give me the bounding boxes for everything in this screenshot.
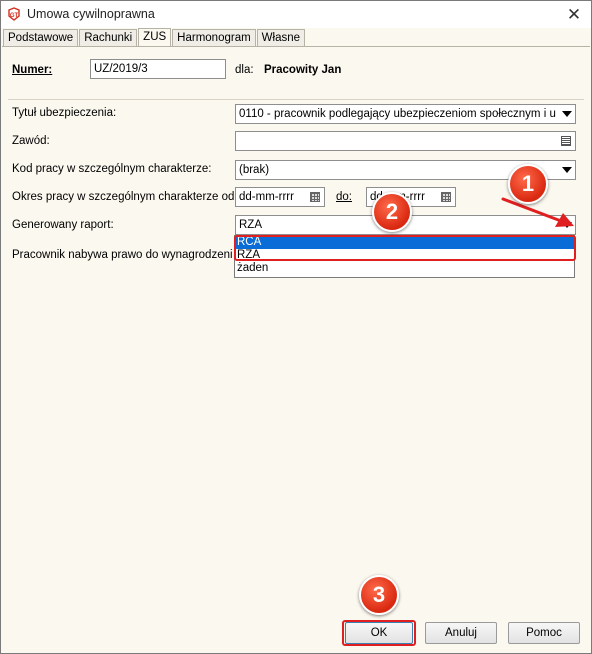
tab-wlasne[interactable]: Własne: [256, 29, 306, 47]
chevron-down-icon: [562, 111, 572, 117]
callout-badge-1: 1: [508, 164, 548, 204]
tytul-label: Tytuł ubezpieczenia:: [12, 107, 117, 119]
nabywa-prawo-label: Pracownik nabywa prawo do wynagrodzenia/…: [12, 249, 233, 261]
do-label: do:: [336, 191, 352, 203]
raport-dropdown-list: RCA RZA żaden: [234, 235, 575, 278]
anuluj-button[interactable]: Anuluj: [425, 622, 497, 644]
tab-podstawowe[interactable]: Podstawowe: [3, 29, 79, 47]
callout-badge-3: 3: [359, 575, 399, 615]
svg-text:GT: GT: [10, 13, 19, 19]
close-icon: ✕: [566, 4, 582, 24]
dialog-window: GT Umowa cywilnoprawna ✕ Podstawowe Rach…: [0, 0, 592, 654]
kod-pracy-label: Kod pracy w szczególnym charakterze:: [12, 163, 212, 175]
close-button[interactable]: ✕: [557, 1, 591, 28]
zus-tab-panel: Numer: UZ/2019/3 dla: Pracowity Jan Tytu…: [2, 46, 590, 614]
numer-label: Numer:: [12, 64, 53, 76]
raport-label: Generowany raport:: [12, 219, 114, 231]
tytul-value: 0110 - pracownik podlegający ubezpieczen…: [239, 108, 556, 120]
chevron-down-icon: [562, 167, 572, 173]
okres-od-date-input[interactable]: dd-mm-rrrr: [235, 187, 325, 207]
employee-name: Pracowity Jan: [264, 64, 342, 76]
title-bar: GT Umowa cywilnoprawna ✕: [1, 1, 591, 28]
tab-rachunki[interactable]: Rachunki: [79, 29, 138, 47]
dla-label: dla:: [235, 64, 254, 76]
calendar-icon[interactable]: [441, 192, 451, 202]
okres-od-value: dd-mm-rrrr: [239, 191, 294, 203]
tytul-ubezpieczenia-select[interactable]: 0110 - pracownik podlegający ubezpieczen…: [235, 104, 576, 124]
tab-harmonogram[interactable]: Harmonogram: [172, 29, 256, 47]
calendar-icon[interactable]: [310, 192, 320, 202]
dropdown-option-rca[interactable]: RCA: [235, 236, 574, 249]
tab-bar: Podstawowe Rachunki ZUS Harmonogram Włas…: [3, 28, 306, 48]
numer-input[interactable]: UZ/2019/3: [90, 59, 226, 79]
okres-pracy-label: Okres pracy w szczególnym charakterze od…: [12, 191, 238, 203]
window-title: Umowa cywilnoprawna: [27, 7, 155, 21]
zawod-input[interactable]: [235, 131, 576, 151]
app-logo-icon: GT: [8, 7, 20, 21]
callout-badge-2: 2: [372, 192, 412, 232]
header-separator: [8, 99, 584, 100]
ok-button[interactable]: OK: [345, 622, 413, 644]
dropdown-option-rza[interactable]: RZA: [235, 249, 574, 262]
dropdown-option-zaden[interactable]: żaden: [235, 262, 574, 275]
list-lookup-icon[interactable]: [561, 136, 571, 146]
pomoc-button[interactable]: Pomoc: [508, 622, 580, 644]
zawod-label: Zawód:: [12, 135, 50, 147]
tab-zus[interactable]: ZUS: [138, 28, 172, 48]
